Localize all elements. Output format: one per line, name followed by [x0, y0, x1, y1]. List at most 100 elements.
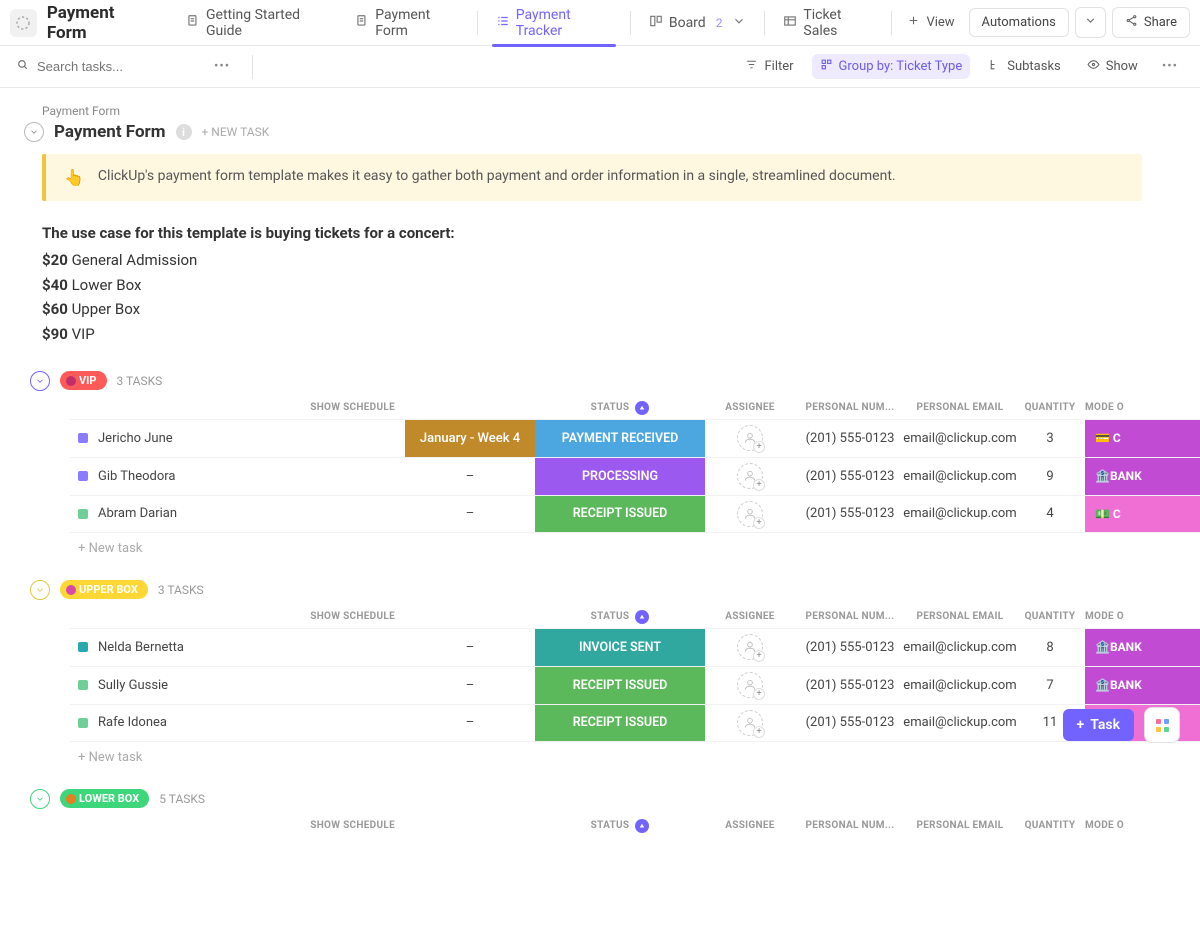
group-collapse-button[interactable]	[30, 789, 50, 809]
sort-asc-icon[interactable]	[635, 610, 649, 624]
toolbar-more-icon[interactable]: •••	[1156, 59, 1184, 74]
mode-cell[interactable]: 🏦BANK	[1085, 667, 1200, 704]
search-input[interactable]	[37, 59, 213, 74]
task-row[interactable]: Jericho June January - Week 4 PAYMENT RE…	[70, 419, 1200, 457]
subtasks-button[interactable]: Subtasks	[980, 54, 1069, 79]
col-quantity[interactable]: QUANTITY	[1015, 611, 1085, 622]
col-assignee[interactable]: ASSIGNEE	[705, 611, 795, 622]
share-button[interactable]: Share	[1112, 7, 1190, 38]
mode-cell[interactable]: 🏦BANK	[1085, 629, 1200, 666]
schedule-cell[interactable]: –	[405, 667, 535, 704]
assignee-placeholder[interactable]: +	[737, 672, 763, 698]
collapse-all-button[interactable]	[24, 122, 44, 142]
col-quantity[interactable]: QUANTITY	[1015, 820, 1085, 831]
quantity-cell[interactable]: 7	[1015, 667, 1085, 704]
sort-asc-icon[interactable]	[635, 401, 649, 415]
tab-payment-form[interactable]: Payment Form	[343, 0, 471, 46]
col-personal-email[interactable]: PERSONAL EMAIL	[905, 611, 1015, 622]
schedule-cell[interactable]: –	[405, 496, 535, 532]
tab-payment-tracker[interactable]: Payment Tracker	[484, 0, 624, 46]
task-row[interactable]: Gib Theodora – PROCESSING + (201) 555-01…	[70, 457, 1200, 495]
status-cell[interactable]: INVOICE SENT	[535, 629, 705, 666]
automations-button[interactable]: Automations	[969, 8, 1069, 37]
phone-cell[interactable]: (201) 555-0123	[795, 705, 905, 741]
status-cell[interactable]: RECEIPT ISSUED	[535, 705, 705, 741]
phone-cell[interactable]: (201) 555-0123	[795, 496, 905, 532]
col-status[interactable]: STATUS	[535, 610, 705, 624]
schedule-cell[interactable]: –	[405, 705, 535, 741]
task-row[interactable]: Nelda Bernetta – INVOICE SENT + (201) 55…	[70, 628, 1200, 666]
quantity-cell[interactable]: 3	[1015, 420, 1085, 457]
col-mode[interactable]: MODE O	[1085, 611, 1200, 622]
status-cell[interactable]: PROCESSING	[535, 458, 705, 495]
group-collapse-button[interactable]	[30, 580, 50, 600]
filter-button[interactable]: Filter	[737, 54, 801, 79]
new-task-row[interactable]: + New task	[30, 742, 1200, 765]
email-cell[interactable]: email@clickup.com	[905, 629, 1015, 666]
mode-cell[interactable]: 🏦BANK	[1085, 458, 1200, 495]
schedule-cell[interactable]: –	[405, 458, 535, 495]
tab-getting-started[interactable]: Getting Started Guide	[174, 0, 341, 46]
group-pill[interactable]: LOWER BOX	[60, 789, 149, 808]
new-task-row[interactable]: + New task	[30, 533, 1200, 556]
mode-cell[interactable]: 💳 C	[1085, 420, 1200, 457]
group-pill[interactable]: VIP	[60, 371, 107, 390]
automations-dropdown[interactable]	[1075, 7, 1106, 38]
assignee-cell[interactable]: +	[705, 496, 795, 532]
col-status[interactable]: STATUS	[535, 401, 705, 415]
workspace-icon[interactable]	[10, 9, 37, 37]
sort-asc-icon[interactable]	[635, 819, 649, 833]
email-cell[interactable]: email@clickup.com	[905, 458, 1015, 495]
task-name-cell[interactable]: Abram Darian	[70, 496, 405, 532]
status-cell[interactable]: RECEIPT ISSUED	[535, 496, 705, 532]
schedule-cell[interactable]: January - Week 4	[405, 420, 535, 457]
task-row[interactable]: Sully Gussie – RECEIPT ISSUED + (201) 55…	[70, 666, 1200, 704]
email-cell[interactable]: email@clickup.com	[905, 496, 1015, 532]
assignee-placeholder[interactable]: +	[737, 425, 763, 451]
task-name-cell[interactable]: Sully Gussie	[70, 667, 405, 704]
col-show-schedule[interactable]: SHOW SCHEDULE	[70, 402, 405, 413]
col-status[interactable]: STATUS	[535, 819, 705, 833]
assignee-cell[interactable]: +	[705, 458, 795, 495]
group-collapse-button[interactable]	[30, 371, 50, 391]
quantity-cell[interactable]: 4	[1015, 496, 1085, 532]
col-mode[interactable]: MODE O	[1085, 402, 1200, 413]
assignee-placeholder[interactable]: +	[737, 634, 763, 660]
new-task-fab[interactable]: + Task	[1063, 709, 1134, 741]
mode-cell[interactable]: 💵 C	[1085, 496, 1200, 532]
group-pill[interactable]: UPPER BOX	[60, 580, 148, 599]
email-cell[interactable]: email@clickup.com	[905, 420, 1015, 457]
assignee-cell[interactable]: +	[705, 667, 795, 704]
col-show-schedule[interactable]: SHOW SCHEDULE	[70, 611, 405, 622]
phone-cell[interactable]: (201) 555-0123	[795, 629, 905, 666]
email-cell[interactable]: email@clickup.com	[905, 705, 1015, 741]
schedule-cell[interactable]: –	[405, 629, 535, 666]
phone-cell[interactable]: (201) 555-0123	[795, 458, 905, 495]
task-name-cell[interactable]: Jericho June	[70, 420, 405, 457]
col-personal-email[interactable]: PERSONAL EMAIL	[905, 402, 1015, 413]
task-name-cell[interactable]: Gib Theodora	[70, 458, 405, 495]
phone-cell[interactable]: (201) 555-0123	[795, 667, 905, 704]
col-personal-num[interactable]: PERSONAL NUM...	[795, 611, 905, 622]
task-name-cell[interactable]: Rafe Idonea	[70, 705, 405, 741]
search-more-icon[interactable]: •••	[208, 59, 236, 74]
col-show-schedule[interactable]: SHOW SCHEDULE	[70, 820, 405, 831]
task-name-cell[interactable]: Nelda Bernetta	[70, 629, 405, 666]
col-personal-email[interactable]: PERSONAL EMAIL	[905, 820, 1015, 831]
status-cell[interactable]: RECEIPT ISSUED	[535, 667, 705, 704]
assignee-placeholder[interactable]: +	[737, 463, 763, 489]
show-button[interactable]: Show	[1079, 54, 1146, 79]
col-assignee[interactable]: ASSIGNEE	[705, 402, 795, 413]
task-row[interactable]: Rafe Idonea – RECEIPT ISSUED + (201) 555…	[70, 704, 1200, 742]
group-by-button[interactable]: Group by: Ticket Type	[812, 54, 971, 79]
add-view-button[interactable]: View	[897, 8, 964, 37]
col-assignee[interactable]: ASSIGNEE	[705, 820, 795, 831]
assignee-cell[interactable]: +	[705, 629, 795, 666]
assignee-placeholder[interactable]: +	[737, 710, 763, 736]
assignee-cell[interactable]: +	[705, 420, 795, 457]
col-mode[interactable]: MODE O	[1085, 820, 1200, 831]
assignee-cell[interactable]: +	[705, 705, 795, 741]
tab-board[interactable]: Board 2	[637, 0, 759, 46]
info-icon[interactable]: i	[176, 124, 192, 140]
apps-fab[interactable]	[1144, 707, 1180, 743]
